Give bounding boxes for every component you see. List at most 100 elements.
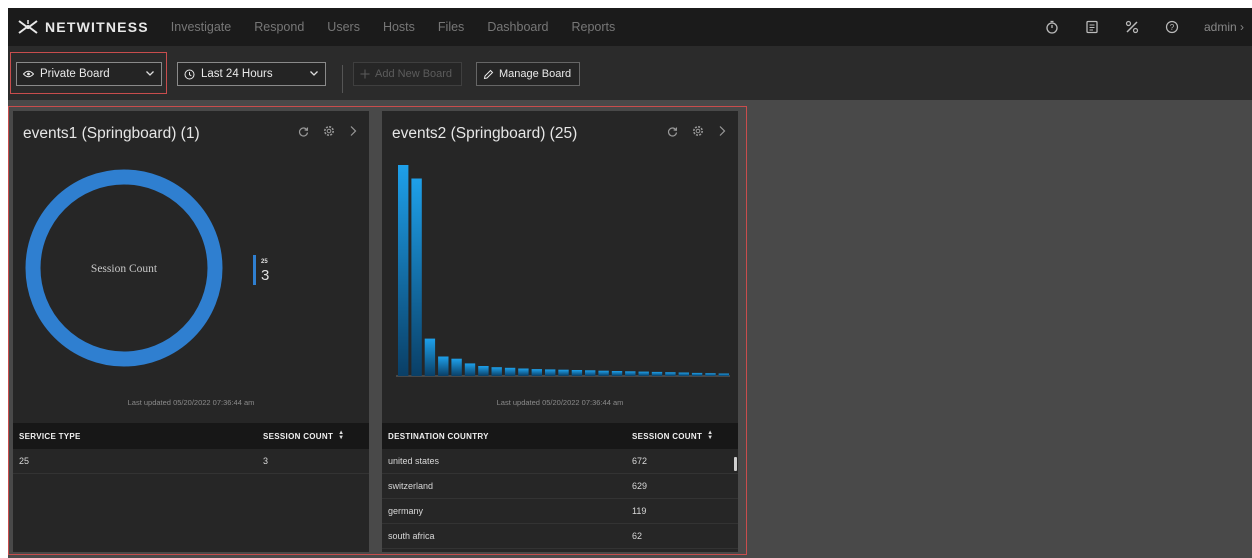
- toolbar-divider: [342, 65, 343, 93]
- refresh-icon[interactable]: [298, 126, 309, 137]
- chart-bar[interactable]: [571, 370, 583, 376]
- table-cell: 629: [632, 481, 648, 491]
- chart-bar[interactable]: [678, 372, 689, 377]
- chart-bar[interactable]: [665, 372, 676, 376]
- user-name: admin: [1203, 20, 1237, 34]
- sort-icon[interactable]: ▲ ▼: [707, 430, 713, 441]
- chevron-right-icon[interactable]: [349, 125, 357, 137]
- chart-bar[interactable]: [424, 338, 436, 376]
- chart-bar[interactable]: [651, 371, 663, 376]
- table-row[interactable]: germany 119: [382, 499, 738, 524]
- chart-bar[interactable]: [411, 178, 422, 377]
- column-header-label: SESSION COUNT: [632, 431, 703, 441]
- chart-bar[interactable]: [398, 165, 409, 376]
- nav-menu: Investigate Respond Users Hosts Files Da…: [171, 20, 638, 34]
- table-header: DESTINATION COUNTRY SESSION COUNT ▲ ▼: [382, 423, 738, 449]
- nav-item-hosts[interactable]: Hosts: [383, 20, 415, 34]
- column-header-service-type[interactable]: SERVICE TYPE: [13, 432, 263, 441]
- chart-bar[interactable]: [705, 373, 716, 376]
- table-header: SERVICE TYPE SESSION COUNT ▲ ▼: [13, 423, 369, 449]
- last-updated-text: Last updated 05/20/2022 07:36:44 am: [127, 398, 255, 407]
- time-range-dropdown[interactable]: Last 24 Hours: [177, 62, 326, 86]
- chevron-down-icon: [309, 68, 319, 81]
- chart-bar[interactable]: [611, 371, 623, 376]
- add-new-board-button[interactable]: Add New Board: [353, 62, 462, 86]
- manage-board-button[interactable]: Manage Board: [476, 62, 580, 86]
- brand-name: NETWITNESS: [45, 19, 149, 35]
- column-header-destination-country[interactable]: DESTINATION COUNTRY: [382, 432, 632, 441]
- settings-icon[interactable]: [323, 125, 335, 137]
- eye-icon: [23, 70, 34, 78]
- svg-text:?: ?: [1170, 23, 1175, 32]
- column-header-session-count[interactable]: SESSION COUNT ▲ ▼: [263, 430, 344, 441]
- dashlet-actions: [653, 125, 726, 137]
- table-cell: 62: [632, 531, 643, 541]
- chart-bar[interactable]: [718, 373, 729, 377]
- data-table: DESTINATION COUNTRY SESSION COUNT ▲ ▼ uni…: [382, 423, 738, 549]
- board-select-dropdown[interactable]: Private Board: [16, 62, 162, 86]
- time-range-value: Last 24 Hours: [201, 68, 273, 80]
- donut-center-label: Session Count: [91, 263, 158, 275]
- chevron-down-icon: [145, 68, 155, 81]
- last-updated-text: Last updated 05/20/2022 07:36:44 am: [496, 398, 624, 407]
- table-cell: 672: [632, 456, 648, 466]
- chart-bar[interactable]: [585, 370, 596, 376]
- nav-item-respond[interactable]: Respond: [254, 20, 304, 34]
- chart-bar[interactable]: [625, 371, 636, 376]
- table-cell: 3: [263, 456, 269, 466]
- table-cell: germany: [388, 506, 424, 516]
- donut-chart: Session Count 25 3: [13, 155, 369, 411]
- chart-bar[interactable]: [518, 368, 529, 377]
- chart-bar[interactable]: [545, 369, 556, 376]
- nav-item-files[interactable]: Files: [438, 20, 464, 34]
- brand-logo[interactable]: NETWITNESS: [17, 19, 149, 35]
- chevron-right-icon: ›: [1240, 20, 1244, 34]
- column-header-session-count[interactable]: SESSION COUNT ▲ ▼: [632, 430, 713, 441]
- nav-item-dashboard[interactable]: Dashboard: [487, 20, 548, 34]
- chart-bar[interactable]: [478, 366, 489, 376]
- chart-bar[interactable]: [558, 369, 569, 376]
- chart-bar[interactable]: [598, 370, 609, 376]
- chart-bar[interactable]: [638, 371, 649, 376]
- settings-icon[interactable]: [692, 125, 704, 137]
- tools-icon[interactable]: [1124, 19, 1140, 35]
- nav-item-users[interactable]: Users: [327, 20, 360, 34]
- legend-value: 3: [261, 267, 269, 284]
- column-header-label: SESSION COUNT: [263, 431, 334, 441]
- dashlet-title: events1 (Springboard) (1): [23, 125, 200, 142]
- refresh-icon[interactable]: [667, 126, 678, 137]
- add-new-board-label: Add New Board: [375, 68, 453, 80]
- nav-item-investigate[interactable]: Investigate: [171, 20, 231, 34]
- notes-icon[interactable]: [1084, 19, 1100, 35]
- manage-board-label: Manage Board: [499, 68, 572, 80]
- plus-icon: [360, 69, 370, 79]
- chevron-right-icon[interactable]: [718, 125, 726, 137]
- data-table: SERVICE TYPE SESSION COUNT ▲ ▼ 25 3: [13, 423, 369, 474]
- chart-bar[interactable]: [504, 367, 516, 376]
- netwitness-logo-icon: [18, 20, 38, 34]
- help-icon[interactable]: ?: [1164, 19, 1180, 35]
- user-menu[interactable]: admin ›: [1204, 20, 1244, 34]
- top-navigation: NETWITNESS Investigate Respond Users Hos…: [8, 8, 1252, 46]
- table-cell: 119: [632, 506, 647, 516]
- nav-item-reports[interactable]: Reports: [571, 20, 615, 34]
- table-scrollbar[interactable]: [734, 457, 737, 471]
- chart-bar[interactable]: [464, 363, 476, 376]
- table-row[interactable]: south africa 62: [382, 524, 738, 549]
- sort-icon[interactable]: ▲ ▼: [338, 430, 344, 441]
- table-row[interactable]: switzerland 629: [382, 474, 738, 499]
- table-row[interactable]: united states 672: [382, 449, 738, 474]
- legend-swatch: [253, 255, 256, 285]
- chart-bar[interactable]: [451, 358, 462, 376]
- clock-icon: [184, 69, 195, 80]
- chart-bar[interactable]: [491, 367, 502, 376]
- chart-bar[interactable]: [691, 372, 703, 376]
- stopwatch-icon[interactable]: [1044, 19, 1060, 35]
- table-row[interactable]: 25 3: [13, 449, 369, 474]
- board-select-value: Private Board: [40, 68, 110, 80]
- app-window: NETWITNESS Investigate Respond Users Hos…: [8, 8, 1252, 558]
- table-cell: 25: [19, 456, 30, 466]
- chart-bar[interactable]: [438, 356, 449, 377]
- dashlet-title: events2 (Springboard) (25): [392, 125, 578, 142]
- chart-bar[interactable]: [531, 369, 542, 376]
